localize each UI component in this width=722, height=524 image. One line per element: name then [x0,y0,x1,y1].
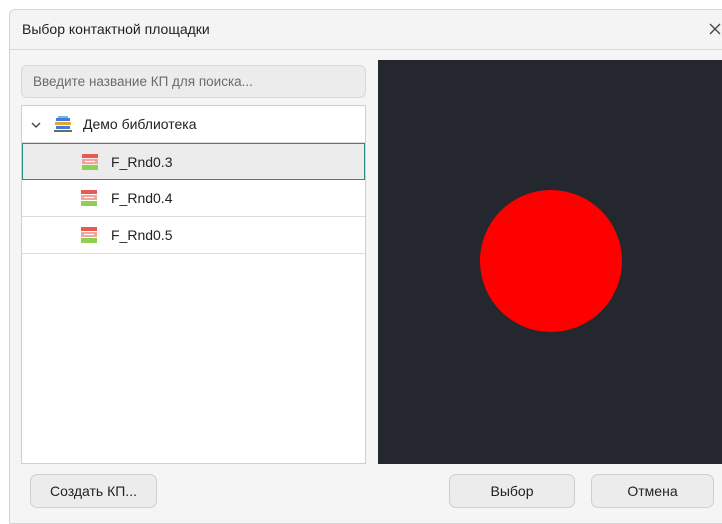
cancel-button[interactable]: Отмена [591,474,714,508]
footprint-label: F_Rnd0.3 [111,154,173,170]
dialog-title: Выбор контактной площадки [22,21,210,37]
footprint-icon [81,190,97,206]
pad-shape [480,190,622,332]
chevron-down-icon[interactable] [30,119,42,131]
preview-canvas [480,190,622,332]
dialog-window: Выбор контактной площадки Демо библиотек… [9,9,722,524]
tree-item-library[interactable]: Демо библиотека [22,106,365,143]
close-button[interactable] [704,18,722,40]
footprint-label: F_Rnd0.4 [111,190,173,206]
library-icon [54,116,72,132]
search-input[interactable] [21,65,366,98]
footprint-icon [81,227,97,243]
tree-item-footprint[interactable]: F_Rnd0.4 [22,180,365,217]
title-bar: Выбор контактной площадки [10,10,722,50]
footprint-icon [82,154,98,170]
library-label: Демо библиотека [83,116,197,132]
tree-item-footprint[interactable]: F_Rnd0.5 [22,217,365,254]
close-icon [709,23,721,35]
tree-item-footprint[interactable]: F_Rnd0.3 [22,143,365,180]
footprint-tree: Демо библиотека F_Rnd0.3 F_Rnd0.4 F_Rnd0… [21,105,366,464]
footprint-preview [378,60,722,464]
create-footprint-button[interactable]: Создать КП... [30,474,157,508]
footprint-label: F_Rnd0.5 [111,227,173,243]
select-button[interactable]: Выбор [449,474,575,508]
